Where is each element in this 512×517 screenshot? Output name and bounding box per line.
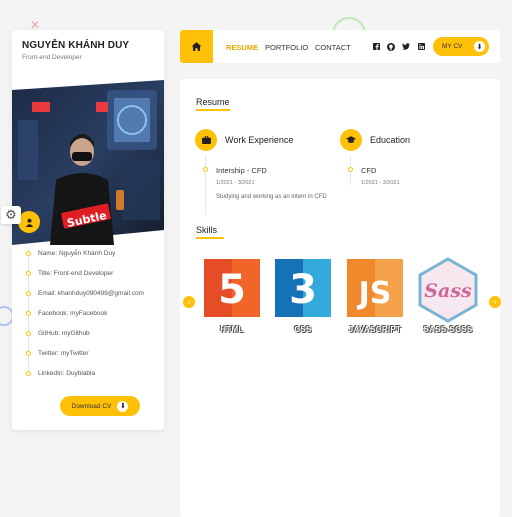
home-button[interactable] (180, 30, 213, 63)
title-underline (196, 109, 230, 111)
person-icon (18, 211, 40, 233)
bullet-dot (26, 251, 31, 256)
skill-card-css: 3 CSS (271, 257, 335, 341)
info-value: myGithub (61, 329, 90, 337)
my-cv-label: MY CV (442, 43, 463, 50)
skills-section-title: Skills (196, 225, 224, 239)
info-label: GitHub: (38, 329, 61, 337)
my-cv-button[interactable]: MY CV ⬇ (433, 37, 489, 56)
bullet-dot (26, 371, 31, 376)
profile-role: Front-end Developer (22, 54, 82, 61)
education-item-date: 1/2021 - 3/2021 (361, 180, 400, 186)
info-label: Facebook: (38, 309, 69, 317)
nav-link-contact[interactable]: CONTACT (315, 43, 351, 52)
bullet-dot (26, 271, 31, 276)
education-heading: Education (370, 135, 411, 145)
css3-logo-icon: 3 (275, 259, 331, 317)
skill-card-javascript: JS JAVASCRIPT (343, 257, 407, 341)
info-label: Email: (38, 289, 57, 297)
graduation-cap-icon (340, 129, 362, 151)
experience-item-title: Intership - CFD (216, 166, 267, 175)
info-item-github: GitHub: myGithub (24, 323, 160, 343)
download-cv-button[interactable]: Download CV ⬇ (60, 396, 140, 416)
html5-logo-icon: 5 (204, 259, 260, 317)
info-item-twitter: Twitter: myTwitter (24, 343, 160, 363)
resume-panel: Resume Work Experience Intership - CFD 1… (180, 79, 501, 517)
profile-card: NGUYỄN KHÁNH DUY Front-end Developer Sub… (12, 30, 164, 430)
info-item-linkedin: LinkedIn: Duyblabla (24, 363, 160, 383)
top-navigation: RESUME PORTFOLIO CONTACT MY CV ⬇ (180, 30, 500, 63)
skill-label: SASS-SCSS (423, 325, 473, 334)
download-icon: ⬇ (474, 41, 485, 52)
nav-link-portfolio[interactable]: PORTFOLIO (265, 43, 308, 52)
info-item-facebook: Facebook: myFacebook (24, 303, 160, 323)
svg-text:Sass: Sass (424, 280, 472, 302)
skill-card-html: 5 HTML (200, 257, 264, 341)
experience-timeline-line (205, 155, 206, 215)
nav-link-resume[interactable]: RESUME (226, 43, 258, 52)
skill-card-sass: Sass SASS-SCSS (416, 257, 480, 341)
download-icon: ⬇ (117, 400, 129, 412)
info-label: Twitter: (38, 349, 59, 357)
bullet-dot (26, 311, 31, 316)
info-item-name: Name: Nguyễn Khánh Duy (24, 243, 160, 263)
experience-item-description: Studying and working as an intern in CFD (216, 194, 327, 200)
linkedin-icon[interactable] (418, 43, 425, 52)
svg-text:JS: JS (357, 276, 392, 311)
timeline-dot (203, 167, 208, 172)
info-item-title: Title: Front-end Developer (24, 263, 160, 283)
info-label: Name: (38, 249, 58, 257)
settings-gear-icon[interactable]: ⚙ (1, 206, 21, 224)
carousel-next-arrow[interactable]: › (489, 296, 501, 308)
svg-text:3: 3 (289, 267, 317, 313)
resume-title-text: Resume (196, 97, 230, 107)
facebook-icon[interactable] (373, 43, 380, 52)
info-value: myFacebook (70, 309, 108, 317)
carousel-prev-arrow[interactable]: ‹ (183, 296, 195, 308)
profile-info-list: Name: Nguyễn Khánh Duy Title: Front-end … (24, 243, 160, 383)
title-underline (196, 237, 224, 239)
education-item-title: CFD (361, 166, 377, 175)
info-value: Front-end Developer (53, 269, 114, 277)
download-cv-label: Download CV (71, 402, 112, 410)
info-value: khanhduy090499@gmail.com (57, 289, 144, 297)
profile-name: NGUYỄN KHÁNH DUY (22, 40, 130, 51)
info-label: LinkedIn: (38, 369, 65, 377)
info-value: Nguyễn Khánh Duy (58, 249, 116, 257)
sass-logo-icon: Sass (418, 257, 478, 323)
twitter-icon[interactable] (402, 43, 410, 52)
briefcase-icon (195, 129, 217, 151)
bullet-dot (26, 331, 31, 336)
skills-title-text: Skills (196, 225, 218, 235)
experience-item-date: 1/2021 - 3/2021 (216, 180, 255, 186)
github-icon[interactable] (387, 43, 395, 53)
svg-text:5: 5 (218, 267, 246, 313)
skill-label: HTML (220, 325, 244, 334)
work-experience-heading: Work Experience (225, 135, 294, 145)
resume-section-title: Resume (196, 97, 230, 111)
javascript-logo-icon: JS (347, 259, 403, 317)
info-value: Duyblabla (66, 369, 96, 377)
info-item-email: Email: khanhduy090499@gmail.com (24, 283, 160, 303)
skill-label: JAVASCRIPT (348, 325, 402, 334)
bullet-dot (26, 351, 31, 356)
skill-label: CSS (294, 325, 312, 334)
info-label: Title: (38, 269, 52, 277)
home-icon (191, 42, 202, 51)
timeline-dot (348, 167, 353, 172)
bullet-dot (26, 291, 31, 296)
info-value: myTwitter (60, 349, 89, 357)
